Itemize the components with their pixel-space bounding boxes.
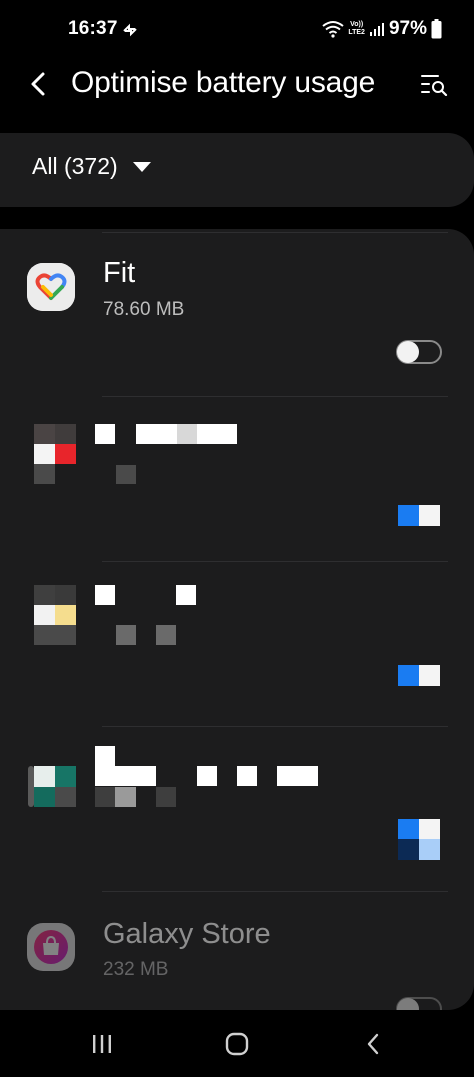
toggle-knob [397, 998, 419, 1010]
battery-percent: 97% [388, 18, 427, 39]
recent-apps-button[interactable] [82, 1028, 122, 1060]
app-name: Fit [103, 257, 136, 289]
shopping-bag-icon [34, 930, 68, 964]
back-arrow-icon [31, 72, 45, 96]
wifi-icon [322, 21, 344, 38]
app-row-redacted-2[interactable] [0, 562, 474, 727]
back-nav-button[interactable] [353, 1028, 393, 1060]
search-list-button[interactable] [414, 64, 454, 104]
home-icon [225, 1032, 249, 1056]
navigation-bar [0, 1010, 474, 1077]
redacted-app-icon [28, 766, 76, 807]
page-title: Optimise battery usage [71, 66, 376, 99]
app-size: 232 MB [103, 959, 169, 980]
back-button[interactable] [18, 64, 58, 104]
app-row-fit[interactable]: Fit 78.60 MB [0, 229, 474, 397]
lte-label: LTE2 [348, 29, 365, 36]
app-bar: Optimise battery usage [0, 52, 474, 116]
app-row-redacted-1[interactable] [0, 397, 474, 562]
dropdown-triangle-icon [132, 161, 151, 172]
optimise-toggle[interactable] [396, 340, 442, 364]
app-name: Galaxy Store [103, 918, 271, 950]
status-bar: 16:37 Vo)) LTE2 97% [0, 0, 474, 60]
sync-icon [123, 23, 137, 37]
home-button[interactable] [217, 1028, 257, 1060]
redacted-app-size [116, 465, 136, 484]
redacted-app-name [95, 585, 200, 605]
toggle-knob [397, 341, 419, 363]
optimise-toggle-on[interactable] [398, 665, 440, 686]
status-icons: Vo)) LTE2 97% [322, 17, 442, 41]
filter-label: All (372) [32, 153, 118, 179]
app-size: 78.60 MB [103, 299, 185, 320]
redacted-app-name [95, 424, 240, 444]
redacted-app-icon [34, 585, 76, 645]
fit-heart-icon [27, 263, 75, 311]
battery-icon [431, 19, 442, 39]
filter-bar: All (372) [0, 133, 474, 207]
app-row-redacted-3[interactable] [0, 727, 474, 892]
network-label: Vo)) LTE2 [348, 21, 365, 37]
redacted-app-size [116, 625, 178, 645]
back-nav-icon [367, 1033, 379, 1055]
optimise-toggle[interactable] [396, 997, 442, 1010]
status-time: 16:37 [68, 18, 118, 39]
signal-icon [369, 23, 384, 36]
fit-app-icon [27, 263, 75, 311]
recent-apps-icon [93, 1035, 111, 1053]
redacted-app-size [95, 787, 177, 807]
redacted-app-icon [34, 424, 76, 484]
optimise-toggle-on[interactable] [398, 819, 440, 860]
redacted-app-name [95, 746, 320, 787]
filter-dropdown[interactable]: All (372) [32, 153, 152, 180]
optimise-toggle-on[interactable] [398, 505, 440, 526]
volte-label: Vo)) [350, 21, 364, 28]
search-list-icon [421, 75, 448, 96]
app-list: Fit 78.60 MB Galaxy Store 232 MB [0, 229, 474, 1010]
galaxy-store-app-icon [27, 923, 75, 971]
app-row-galaxy-store[interactable]: Galaxy Store 232 MB [0, 892, 474, 1010]
